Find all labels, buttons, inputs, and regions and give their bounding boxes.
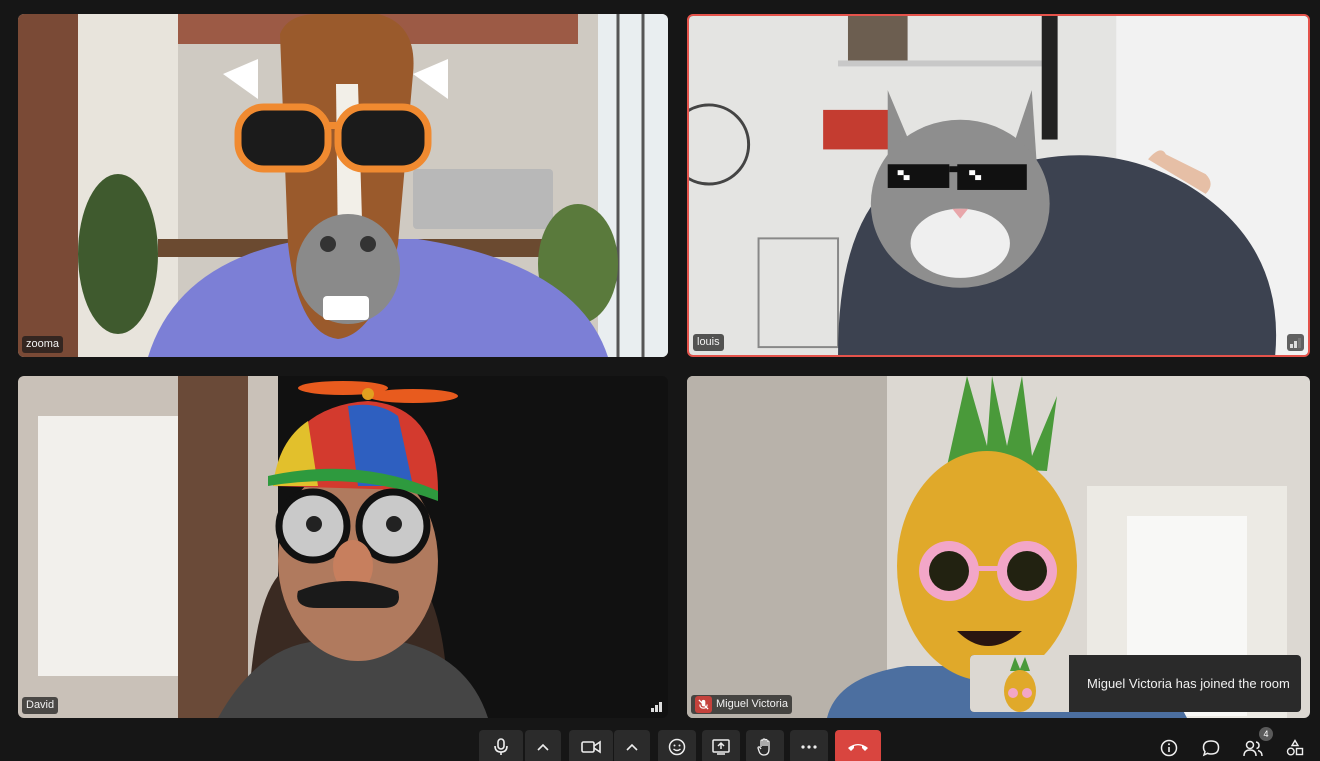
video-tile-zooma[interactable]: zooma <box>18 14 668 357</box>
participant-name: louis <box>697 336 720 348</box>
participant-count-badge: 4 <box>1259 727 1273 741</box>
connection-quality-icon <box>1287 334 1304 351</box>
activities-button[interactable] <box>1283 736 1307 760</box>
toast-message: Miguel Victoria has joined the room <box>1087 676 1290 691</box>
chat-bubble-icon <box>1202 740 1220 757</box>
horse-filter-video <box>18 14 668 357</box>
microphone-options-button[interactable] <box>525 730 561 761</box>
pineapple-thumbnail-image <box>970 655 1069 712</box>
leave-call-button[interactable] <box>835 730 881 761</box>
join-notification-toast: Miguel Victoria has joined the room <box>970 655 1301 712</box>
connection-quality-icon <box>651 702 662 712</box>
raise-hand-icon <box>757 738 770 756</box>
info-icon <box>1160 739 1178 757</box>
microphone-muted-icon <box>695 696 712 713</box>
microphone-icon <box>494 738 508 755</box>
propeller-cap-filter-video <box>18 376 668 718</box>
participant-name-tag: louis <box>693 334 724 351</box>
toast-thumbnail <box>970 655 1069 712</box>
camera-options-button[interactable] <box>614 730 650 761</box>
info-button[interactable] <box>1157 736 1181 760</box>
more-options-button[interactable] <box>790 730 828 761</box>
reactions-button[interactable] <box>658 730 696 761</box>
chevron-up-icon <box>626 743 638 751</box>
video-tile-david[interactable]: David <box>18 376 668 718</box>
video-tile-louis[interactable]: louis <box>687 14 1310 357</box>
participant-name-tag: Miguel Victoria <box>691 695 792 714</box>
participant-name: zooma <box>26 338 60 350</box>
video-call-app: zooma louis David Miguel Victoria Miguel… <box>0 0 1320 761</box>
chevron-up-icon <box>537 743 549 751</box>
raise-hand-button[interactable] <box>746 730 784 761</box>
people-icon <box>1243 740 1263 757</box>
share-screen-button[interactable] <box>702 730 740 761</box>
participant-name-tag: David <box>22 697 59 714</box>
shapes-icon <box>1286 739 1304 756</box>
camera-button[interactable] <box>569 730 613 761</box>
microphone-button[interactable] <box>479 730 523 761</box>
smiley-icon <box>668 738 686 756</box>
cat-filter-video <box>689 16 1308 355</box>
participant-name: Miguel Victoria <box>716 698 788 710</box>
chat-button[interactable] <box>1199 736 1223 760</box>
call-toolbar <box>0 727 1320 761</box>
share-screen-icon <box>712 739 730 755</box>
participant-name-tag: zooma <box>22 336 64 353</box>
video-camera-icon <box>581 740 601 754</box>
hang-up-icon <box>848 744 868 751</box>
participant-name: David <box>26 699 55 711</box>
more-dots-icon <box>801 745 817 749</box>
